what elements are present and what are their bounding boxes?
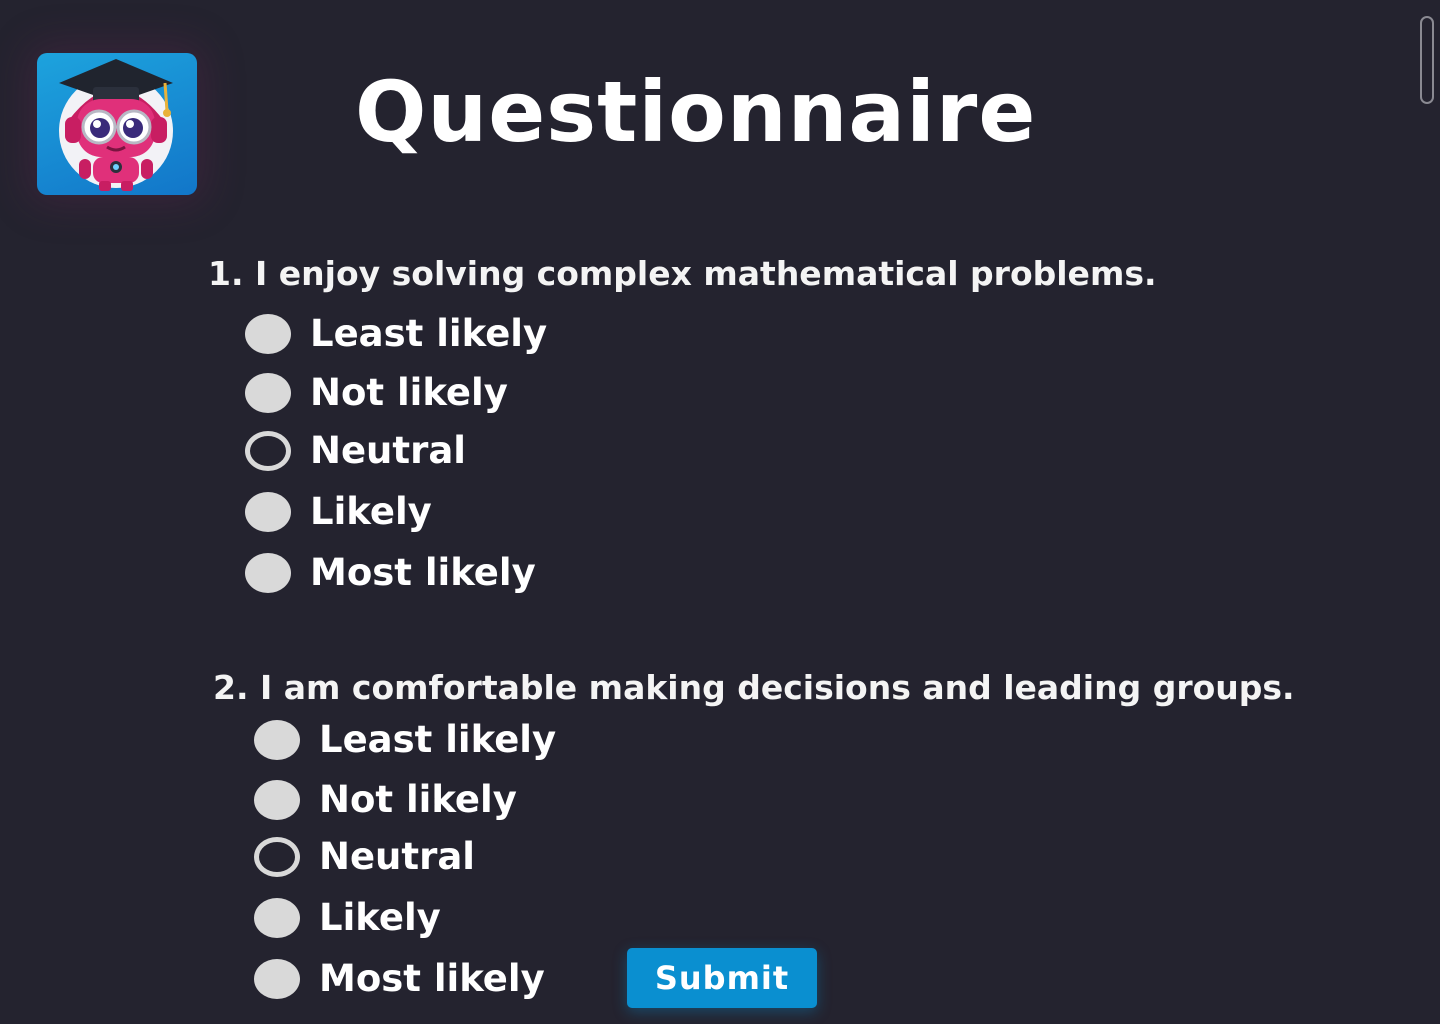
radio-button[interactable] bbox=[254, 720, 300, 760]
radio-button-selected[interactable] bbox=[254, 837, 300, 877]
q1-option-likely[interactable]: Likely bbox=[245, 490, 432, 534]
option-label: Neutral bbox=[319, 835, 475, 878]
option-label: Least likely bbox=[310, 312, 548, 355]
option-label: Least likely bbox=[319, 718, 557, 761]
option-label: Not likely bbox=[319, 778, 517, 821]
option-label: Likely bbox=[310, 490, 432, 533]
q1-option-least-likely[interactable]: Least likely bbox=[245, 312, 547, 356]
question-2: 2. I am comfortable making decisions and… bbox=[213, 668, 1295, 708]
scrollbar[interactable] bbox=[1420, 16, 1434, 104]
radio-button[interactable] bbox=[245, 373, 291, 413]
option-label: Not likely bbox=[310, 371, 508, 414]
option-label: Most likely bbox=[310, 551, 536, 594]
option-label: Most likely bbox=[319, 957, 545, 1000]
q2-option-least-likely[interactable]: Least likely bbox=[254, 718, 556, 762]
q2-option-not-likely[interactable]: Not likely bbox=[254, 778, 517, 822]
radio-button[interactable] bbox=[254, 780, 300, 820]
option-label: Neutral bbox=[310, 429, 466, 472]
radio-button[interactable] bbox=[254, 898, 300, 938]
question-label: I enjoy solving complex mathematical pro… bbox=[255, 254, 1157, 293]
question-number: 2. bbox=[213, 668, 249, 707]
q1-option-most-likely[interactable]: Most likely bbox=[245, 551, 536, 595]
questionnaire-page: Questionnaire 1. I enjoy solving complex… bbox=[0, 0, 1440, 1024]
radio-button[interactable] bbox=[245, 492, 291, 532]
q2-option-likely[interactable]: Likely bbox=[254, 896, 441, 940]
question-text: 1. I enjoy solving complex mathematical … bbox=[208, 254, 1157, 294]
question-number: 1. bbox=[208, 254, 244, 293]
q1-option-neutral[interactable]: Neutral bbox=[245, 429, 466, 473]
question-1: 1. I enjoy solving complex mathematical … bbox=[208, 254, 1157, 294]
radio-button[interactable] bbox=[254, 959, 300, 999]
question-label: I am comfortable making decisions and le… bbox=[260, 668, 1295, 707]
question-text: 2. I am comfortable making decisions and… bbox=[213, 668, 1295, 708]
radio-button[interactable] bbox=[245, 314, 291, 354]
radio-button[interactable] bbox=[245, 553, 291, 593]
robot-graduate-icon bbox=[37, 53, 197, 195]
q2-option-neutral[interactable]: Neutral bbox=[254, 835, 475, 879]
radio-button-selected[interactable] bbox=[245, 431, 291, 471]
page-title: Questionnaire bbox=[355, 63, 1037, 161]
submit-button[interactable]: Submit bbox=[627, 948, 817, 1008]
option-label: Likely bbox=[319, 896, 441, 939]
q1-option-not-likely[interactable]: Not likely bbox=[245, 371, 508, 415]
q2-option-most-likely[interactable]: Most likely bbox=[254, 957, 545, 1001]
